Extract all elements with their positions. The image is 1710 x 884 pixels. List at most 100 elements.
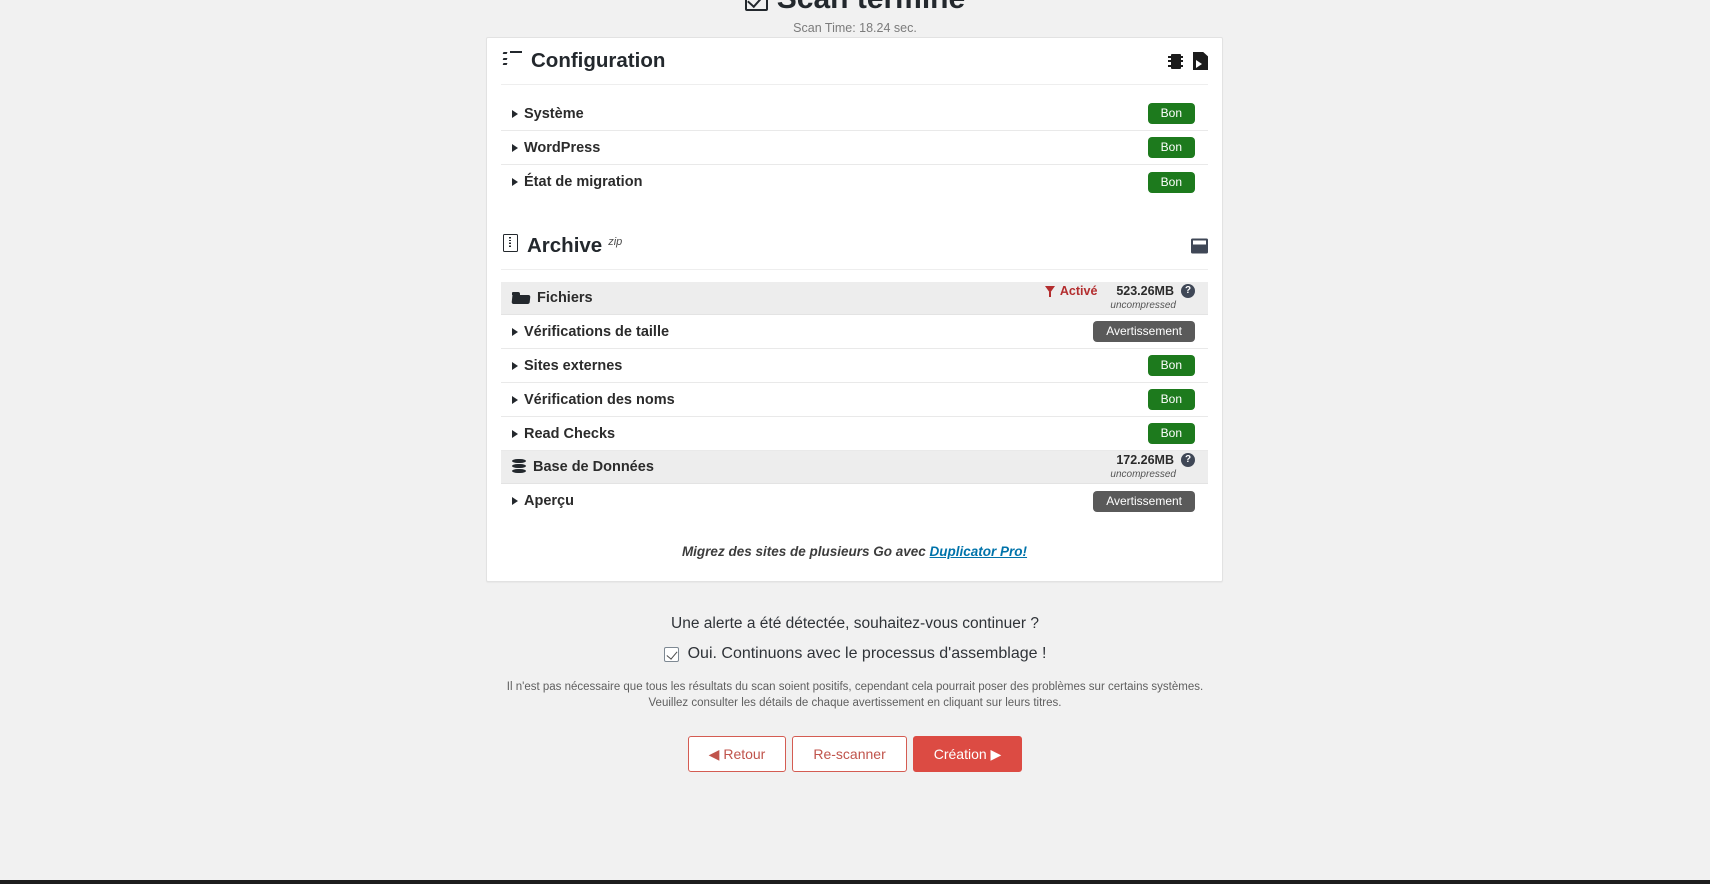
row-label: Sites externes xyxy=(524,357,623,374)
row-label: Système xyxy=(524,105,584,122)
row-label: WordPress xyxy=(524,139,601,156)
file-export-icon[interactable] xyxy=(1193,52,1208,70)
database-section-meta: 172.26MB ? uncompressed xyxy=(1110,453,1195,481)
confirmation-area: Une alerte a été détectée, souhaitez-vou… xyxy=(0,615,1710,772)
action-buttons: ◀ Retour Re-scanner Création ▶ xyxy=(0,736,1710,772)
database-size-line: 172.26MB ? xyxy=(1116,453,1195,467)
configuration-rows: Système Bon WordPress Bon État de migrat… xyxy=(501,97,1208,199)
save-disk-icon[interactable] xyxy=(1191,238,1208,254)
status-badge[interactable]: Bon xyxy=(1147,171,1195,193)
scan-title-row: Scan terminé xyxy=(0,0,1710,16)
configuration-actions xyxy=(1168,52,1208,70)
row-label: Aperçu xyxy=(524,493,574,509)
archive-file-icon xyxy=(503,234,518,252)
row-toggle[interactable]: Sites externes xyxy=(512,358,622,374)
table-row[interactable]: Sites externes Bon xyxy=(501,349,1208,383)
status-badge[interactable]: Bon xyxy=(1147,423,1195,444)
scan-time-label: Scan Time: 18.24 sec. xyxy=(793,21,917,35)
folder-icon xyxy=(512,291,530,305)
row-toggle[interactable]: Read Checks xyxy=(512,426,615,442)
files-size-note: uncompressed xyxy=(1110,300,1176,311)
database-section-label-group: Base de Données xyxy=(512,459,654,475)
row-toggle[interactable]: Vérifications de taille xyxy=(512,324,669,340)
archive-title: Archive xyxy=(527,234,603,257)
confirm-row[interactable]: Oui. Continuons avec le processus d'asse… xyxy=(0,645,1710,663)
row-label: État de migration xyxy=(524,174,643,190)
promo-line: Migrez des sites de plusieurs Go avec Du… xyxy=(501,544,1208,559)
chevron-right-icon xyxy=(512,178,518,186)
configuration-panel-header: Configuration xyxy=(501,38,1208,85)
database-section-header: Base de Données 172.26MB ? uncompressed xyxy=(501,451,1208,484)
rescan-button[interactable]: Re-scanner xyxy=(792,736,907,772)
results-card: Configuration Système Bon WordPress Bon … xyxy=(486,37,1223,582)
back-button[interactable]: ◀ Retour xyxy=(687,736,787,772)
row-label: Vérifications de taille xyxy=(524,323,670,340)
chevron-right-icon xyxy=(512,395,518,404)
table-row[interactable]: Vérifications de taille Avertissement xyxy=(501,315,1208,349)
table-row[interactable]: État de migration Bon xyxy=(501,165,1208,199)
scan-note-line-2: Veuillez consulter les détails de chaque… xyxy=(648,697,1062,709)
build-button[interactable]: Création ▶ xyxy=(912,736,1023,772)
files-size-value: 523.26MB xyxy=(1116,284,1174,298)
table-row[interactable]: Read Checks Bon xyxy=(501,417,1208,451)
archive-heading: Archive zip xyxy=(503,234,622,258)
page-title: Scan terminé xyxy=(777,0,965,16)
help-circle-icon[interactable]: ? xyxy=(1181,284,1195,298)
page-bottom-edge xyxy=(0,880,1710,884)
row-toggle[interactable]: Aperçu xyxy=(512,493,574,509)
filter-icon xyxy=(1044,286,1056,297)
help-circle-icon[interactable]: ? xyxy=(1181,453,1195,467)
status-badge[interactable]: Bon xyxy=(1147,389,1195,410)
table-row[interactable]: Système Bon xyxy=(501,97,1208,131)
row-toggle[interactable]: Vérification des noms xyxy=(512,392,675,408)
status-badge[interactable]: Avertissement xyxy=(1093,321,1195,342)
table-row[interactable]: Aperçu Avertissement xyxy=(501,484,1208,518)
scan-header: Scan terminé Scan Time: 18.24 sec. xyxy=(0,0,1710,35)
scan-results-page: Scan terminé Scan Time: 18.24 sec. Confi… xyxy=(0,0,1710,884)
archive-actions xyxy=(1191,238,1208,254)
configuration-title: Configuration xyxy=(531,49,666,72)
chevron-right-icon xyxy=(512,429,518,438)
database-section-label: Base de Données xyxy=(533,459,654,475)
files-section-label-group: Fichiers xyxy=(512,290,593,306)
files-size-block: 523.26MB ? uncompressed xyxy=(1110,284,1195,312)
status-badge[interactable]: Bon xyxy=(1147,355,1195,376)
memory-chip-icon[interactable] xyxy=(1168,53,1183,70)
row-toggle[interactable]: Système xyxy=(512,106,584,122)
archive-rows: Fichiers Activé 523.26MB ? uncompressed … xyxy=(501,282,1208,518)
chevron-right-icon xyxy=(512,361,518,370)
database-size-value: 172.26MB xyxy=(1116,453,1174,467)
chevron-right-icon xyxy=(512,109,518,118)
status-badge[interactable]: Bon xyxy=(1147,137,1195,158)
files-size-line: 523.26MB ? xyxy=(1116,284,1195,298)
table-row[interactable]: WordPress Bon xyxy=(501,131,1208,165)
archive-panel-header: Archive zip xyxy=(501,223,1208,270)
row-label: Vérification des noms xyxy=(524,391,675,408)
check-square-icon xyxy=(744,0,768,11)
continue-checkbox[interactable] xyxy=(663,646,679,662)
chevron-right-icon xyxy=(512,143,518,152)
status-badge[interactable]: Avertissement xyxy=(1093,490,1195,512)
row-toggle[interactable]: État de migration xyxy=(512,174,642,190)
promo-text: Migrez des sites de plusieurs Go avec xyxy=(681,544,930,559)
duplicator-pro-link[interactable]: Duplicator Pro! xyxy=(930,544,1028,559)
files-section-header: Fichiers Activé 523.26MB ? uncompressed xyxy=(501,282,1208,315)
status-badge[interactable]: Bon xyxy=(1147,103,1195,124)
scan-note-line-1: Il n'est pas nécessaire que tous les rés… xyxy=(506,681,1204,693)
files-section-meta: Activé 523.26MB ? uncompressed xyxy=(1044,284,1195,312)
filter-status: Activé xyxy=(1044,284,1098,298)
filter-status-label: Activé xyxy=(1059,284,1098,298)
chevron-right-icon xyxy=(512,497,518,505)
scan-note: Il n'est pas nécessaire que tous les rés… xyxy=(0,679,1710,711)
database-size-block: 172.26MB ? uncompressed xyxy=(1110,453,1195,481)
chevron-right-icon xyxy=(512,327,518,336)
database-icon xyxy=(512,459,526,475)
list-check-icon xyxy=(502,51,522,67)
row-toggle[interactable]: WordPress xyxy=(512,140,600,156)
continue-checkbox-label: Oui. Continuons avec le processus d'asse… xyxy=(687,645,1047,662)
database-size-note: uncompressed xyxy=(1110,469,1176,480)
configuration-heading: Configuration xyxy=(502,49,666,73)
row-label: Read Checks xyxy=(524,425,616,442)
archive-format-label: zip xyxy=(608,236,623,248)
table-row[interactable]: Vérification des noms Bon xyxy=(501,383,1208,417)
